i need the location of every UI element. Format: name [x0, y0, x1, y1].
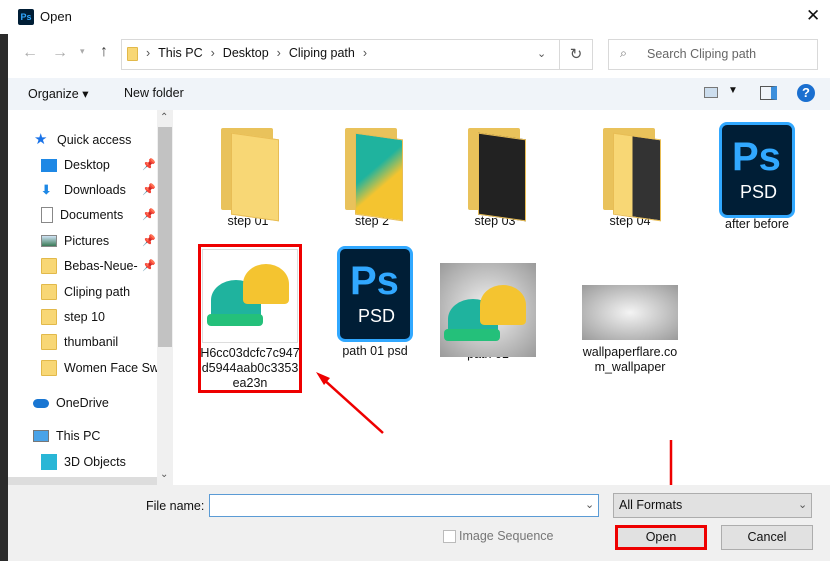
file-name-label: File name:	[146, 499, 205, 513]
file-format-select[interactable]: All Formats	[613, 493, 812, 518]
file-format-value: All Formats	[619, 498, 683, 512]
annotation-arrows	[316, 372, 676, 526]
image-sequence-label: Image Sequence	[459, 529, 554, 543]
annotation-arrow-to-file	[321, 377, 384, 434]
open-button[interactable]: Open	[615, 525, 707, 550]
format-dropdown-icon[interactable]: ⌄	[798, 498, 807, 511]
file-name-input[interactable]	[209, 494, 599, 517]
image-sequence-checkbox[interactable]	[443, 530, 456, 543]
cancel-button[interactable]: Cancel	[721, 525, 813, 550]
file-name-dropdown-icon[interactable]: ⌄	[585, 498, 594, 511]
